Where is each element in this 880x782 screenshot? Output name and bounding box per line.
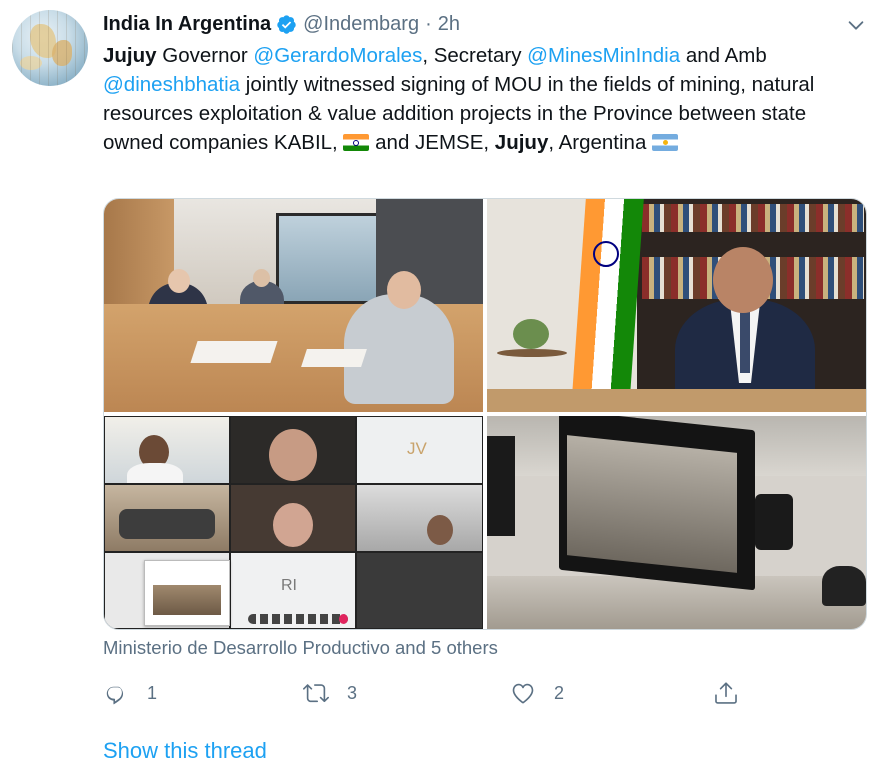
participant-initials: RI: [281, 577, 297, 594]
photo-meeting-room[interactable]: [104, 199, 483, 412]
reply-icon: [106, 686, 124, 705]
tweet-text-run: and Amb: [680, 44, 767, 67]
heart-icon: [512, 683, 534, 704]
tagged-accounts[interactable]: Ministerio de Desarrollo Productivo and …: [103, 637, 498, 659]
action-bar: 1 3 2: [103, 678, 863, 708]
india-flag-icon: [343, 134, 370, 151]
mention-link[interactable]: @GerardoMorales: [253, 44, 422, 67]
tweet-timestamp[interactable]: 2h: [438, 13, 460, 36]
avatar[interactable]: [12, 10, 88, 86]
retweet-icon: [303, 684, 329, 703]
mention-link[interactable]: @dineshbhatia: [103, 73, 240, 96]
tweet-text-run: , Argentina: [548, 131, 653, 154]
author-name[interactable]: India In Argentina: [103, 13, 271, 36]
india-flag-icon: [572, 199, 644, 394]
mention-link[interactable]: @MinesMinIndia: [527, 44, 680, 67]
media-grid: JV RI: [103, 198, 867, 630]
participant-initials: JV: [407, 439, 427, 458]
photo-video-call-grid[interactable]: JV RI: [104, 416, 483, 629]
bold-text: Jujuy: [494, 131, 549, 154]
author-handle[interactable]: @Indembarg: [303, 13, 419, 36]
tweet-text: Jujuy Governor @GerardoMorales, Secretar…: [103, 41, 863, 157]
show-thread-link[interactable]: Show this thread: [103, 738, 267, 764]
like-button[interactable]: 2: [510, 678, 564, 708]
argentina-flag-icon: [652, 134, 679, 151]
retweet-button[interactable]: 3: [303, 678, 357, 708]
share-button[interactable]: [713, 678, 739, 708]
retweet-count: 3: [347, 682, 358, 703]
verified-badge-icon: [277, 14, 296, 34]
avatar-map-grid: [12, 10, 88, 86]
tweet-text-run: and JEMSE,: [369, 131, 495, 154]
share-icon: [715, 682, 737, 704]
chevron-down-icon[interactable]: [845, 14, 867, 36]
photo-ambassador[interactable]: [487, 199, 866, 412]
reply-button[interactable]: 1: [103, 678, 157, 708]
photo-video-screen[interactable]: [487, 416, 866, 629]
like-count: 2: [554, 682, 565, 703]
tweet-text-run: , Secretary: [422, 44, 528, 67]
tweet-text-run: Governor: [156, 44, 254, 67]
reply-count: 1: [147, 682, 158, 703]
header-separator: ·: [425, 12, 432, 35]
tweet[interactable]: India In Argentina @Indembarg · 2h Jujuy…: [0, 0, 880, 782]
tweet-header: India In Argentina @Indembarg · 2h: [103, 10, 460, 38]
bold-text: Jujuy: [103, 44, 157, 67]
